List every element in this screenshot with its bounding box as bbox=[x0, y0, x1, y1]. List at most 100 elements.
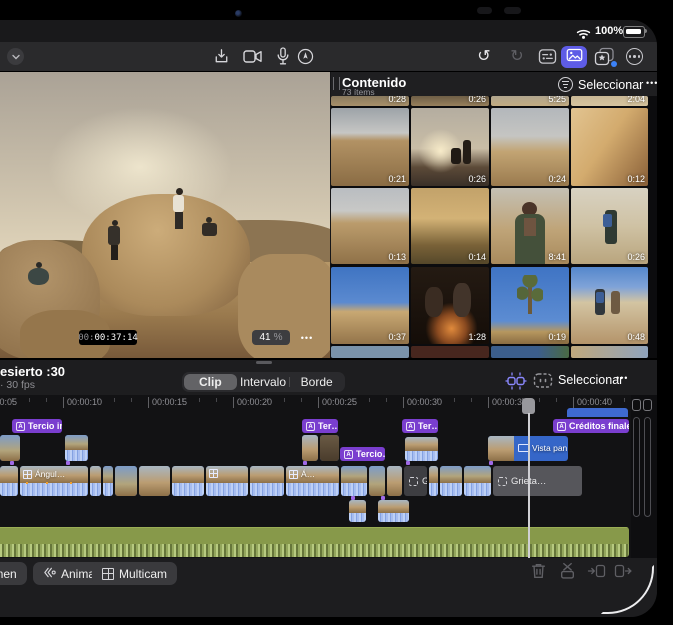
playhead-handle[interactable] bbox=[522, 398, 535, 414]
timeline-select-button[interactable]: Seleccionar bbox=[558, 373, 623, 387]
zoom-level-button[interactable]: 41 % bbox=[252, 330, 290, 345]
timeline-clip[interactable] bbox=[115, 466, 137, 496]
media-thumbnail[interactable] bbox=[571, 346, 648, 358]
overview-button[interactable] bbox=[533, 372, 553, 394]
media-thumbnail[interactable]: 0:37 bbox=[331, 267, 409, 344]
connected-clip[interactable] bbox=[349, 500, 366, 522]
sparkle-clips-button[interactable] bbox=[504, 371, 528, 396]
filter-button[interactable] bbox=[558, 77, 573, 92]
effects-button[interactable] bbox=[594, 47, 618, 69]
track-rail[interactable] bbox=[631, 395, 657, 558]
media-thumbnail[interactable]: 0:28 bbox=[331, 96, 409, 106]
battery-nub bbox=[645, 29, 647, 33]
playhead-line[interactable] bbox=[528, 413, 530, 558]
connected-clip[interactable] bbox=[302, 435, 318, 461]
media-thumbnail[interactable] bbox=[411, 346, 489, 358]
draw-compass-icon bbox=[296, 48, 315, 70]
timeline-clip[interactable] bbox=[464, 466, 491, 496]
browser-select-button[interactable]: Seleccionar bbox=[578, 78, 643, 92]
media-thumbnail[interactable]: 5:25 bbox=[491, 96, 569, 106]
media-thumbnail[interactable]: 8:41 bbox=[491, 188, 569, 264]
title-clip[interactable]: A Ter… bbox=[402, 419, 438, 433]
clip-label: Á… bbox=[301, 469, 316, 479]
media-thumbnail[interactable]: 1:28 bbox=[411, 267, 489, 344]
timeline-more-button[interactable]: ••• bbox=[616, 373, 628, 383]
timeline-clip[interactable] bbox=[172, 466, 204, 496]
volume-label: Volumen bbox=[0, 566, 17, 581]
connected-clip[interactable] bbox=[320, 435, 339, 461]
media-thumbnail[interactable]: 2:04 bbox=[571, 96, 648, 106]
gap-clip-selected[interactable]: Grieta… bbox=[493, 466, 582, 496]
timeline-clip[interactable] bbox=[440, 466, 462, 496]
inspector-button[interactable] bbox=[538, 48, 557, 70]
mic-button[interactable] bbox=[276, 47, 290, 71]
connected-clip[interactable] bbox=[65, 435, 88, 461]
title-badge-icon: A bbox=[406, 421, 415, 431]
media-thumbnail[interactable] bbox=[331, 346, 409, 358]
more-button[interactable] bbox=[626, 48, 643, 65]
media-thumbnail[interactable]: 0:26 bbox=[411, 96, 489, 106]
back-button[interactable] bbox=[7, 48, 24, 65]
media-thumbnail[interactable]: 0:14 bbox=[411, 188, 489, 264]
draw-button[interactable] bbox=[296, 47, 315, 71]
browser-more-button[interactable]: ••• bbox=[646, 78, 657, 88]
volume-button[interactable]: Volumen bbox=[0, 562, 27, 585]
timeline-clip[interactable] bbox=[250, 466, 284, 496]
timeline-clip[interactable] bbox=[369, 466, 385, 496]
media-browser-button[interactable] bbox=[561, 46, 587, 68]
import-button[interactable] bbox=[212, 47, 231, 71]
timeline-clip[interactable] bbox=[90, 466, 101, 496]
pane-grip-icon[interactable] bbox=[333, 77, 340, 90]
title-clip[interactable]: A Tercio… bbox=[340, 447, 385, 461]
gap-clip[interactable]: G… bbox=[404, 466, 427, 496]
blade-button[interactable] bbox=[559, 562, 576, 585]
media-thumbnail[interactable]: 0:21 bbox=[331, 108, 409, 186]
timeline-ruler[interactable]: 00:00:05 00:00:10 00:00:15 00:00:20 00:0… bbox=[0, 395, 630, 411]
timeline-clip[interactable] bbox=[341, 466, 367, 496]
media-thumbnail[interactable]: 0:26 bbox=[571, 188, 648, 264]
media-thumbnail[interactable]: 0:26 bbox=[411, 108, 489, 186]
camera-button[interactable] bbox=[242, 48, 264, 70]
title-clip[interactable]: A Tercio in… bbox=[12, 419, 62, 433]
rail-button[interactable] bbox=[632, 399, 641, 411]
segment-border[interactable]: Borde bbox=[290, 374, 343, 390]
media-thumbnail[interactable]: 0:19 bbox=[491, 267, 569, 344]
connected-clip[interactable] bbox=[405, 437, 438, 461]
media-thumbnail[interactable]: 0:48 bbox=[571, 267, 648, 344]
filter-icon bbox=[562, 81, 569, 83]
timeline-clip[interactable] bbox=[429, 466, 438, 496]
redo-button[interactable]: ↻ bbox=[507, 47, 527, 67]
audio-track[interactable] bbox=[0, 527, 629, 557]
connected-clip[interactable] bbox=[378, 500, 409, 522]
timeline[interactable]: 00:00:05 00:00:10 00:00:15 00:00:20 00:0… bbox=[0, 395, 657, 558]
viewer-pane[interactable]: 00: 00:37:14 41 % ••• bbox=[0, 72, 330, 358]
connected-clip[interactable] bbox=[0, 435, 20, 461]
rail-track[interactable] bbox=[633, 417, 640, 517]
segment-interval[interactable]: Intervalo bbox=[237, 374, 290, 390]
timeline-clip[interactable] bbox=[0, 466, 18, 496]
viewer-more-button[interactable]: ••• bbox=[294, 330, 320, 345]
media-thumbnail[interactable]: 0:24 bbox=[491, 108, 569, 186]
rail-button[interactable] bbox=[643, 399, 652, 411]
media-thumbnail[interactable]: 0:12 bbox=[571, 108, 648, 186]
timeline-clip[interactable] bbox=[387, 466, 402, 496]
rail-track[interactable] bbox=[644, 417, 651, 517]
timeline-clip[interactable] bbox=[206, 466, 248, 496]
timeline-clip-angulo[interactable]: Ángul… bbox=[20, 466, 88, 496]
multicam-button[interactable]: Multicam bbox=[92, 562, 178, 585]
timeline-clip[interactable] bbox=[103, 466, 113, 496]
undo-button[interactable]: ↺ bbox=[474, 47, 494, 67]
media-thumbnail[interactable]: 0:13 bbox=[331, 188, 409, 264]
media-thumbnail[interactable] bbox=[491, 346, 569, 358]
connection-dot bbox=[66, 461, 70, 465]
segment-clip[interactable]: Clip bbox=[184, 374, 237, 390]
drag-handle[interactable] bbox=[256, 361, 272, 364]
timeline-clip[interactable]: Á… bbox=[286, 466, 339, 496]
placeholder-icon bbox=[409, 476, 418, 486]
delete-button[interactable] bbox=[530, 562, 547, 585]
title-clip[interactable]: A Ter… bbox=[302, 419, 338, 433]
title-clip[interactable]: A Créditos finales bbox=[553, 419, 629, 433]
timeline-clip[interactable] bbox=[139, 466, 170, 496]
connection-dot bbox=[489, 461, 493, 465]
connected-clip[interactable] bbox=[567, 408, 628, 417]
